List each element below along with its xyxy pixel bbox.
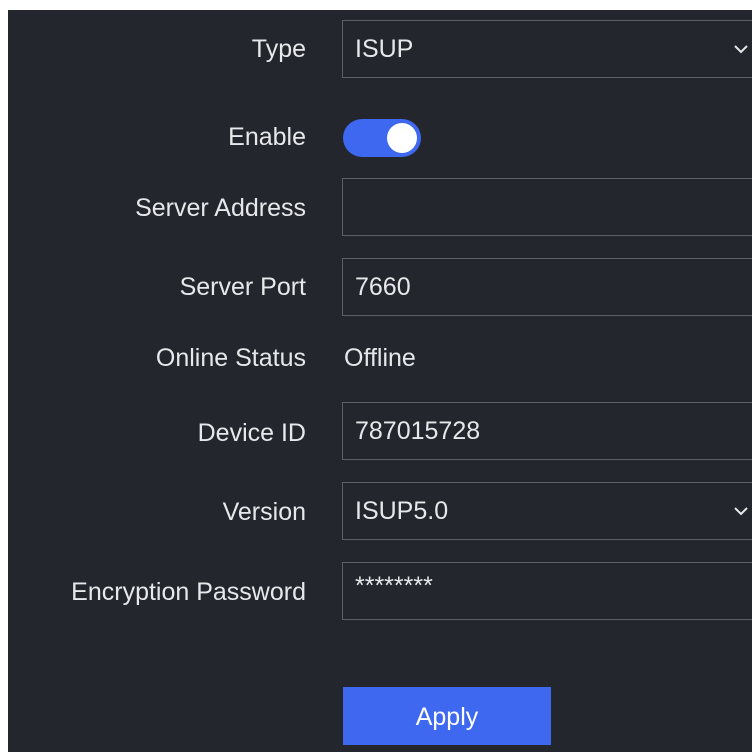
server-address-input[interactable] bbox=[342, 178, 752, 236]
device-id-input[interactable]: 787015728 bbox=[342, 402, 752, 460]
enable-toggle[interactable] bbox=[343, 119, 421, 157]
version-select-value: ISUP5.0 bbox=[355, 497, 449, 525]
version-label: Version bbox=[222, 498, 306, 526]
online-status-value: Offline bbox=[344, 344, 416, 372]
enable-label: Enable bbox=[228, 123, 306, 151]
version-select[interactable]: ISUP5.0 bbox=[342, 482, 752, 540]
type-label: Type bbox=[251, 35, 306, 63]
type-select[interactable]: ISUP bbox=[342, 20, 752, 78]
encryption-password-value: ******** bbox=[355, 572, 433, 600]
isup-settings-panel: Type ISUP Enable Server Address Server P… bbox=[8, 10, 752, 752]
toggle-knob bbox=[387, 123, 417, 153]
type-select-value: ISUP bbox=[355, 35, 414, 63]
server-port-input[interactable]: 7660 bbox=[342, 258, 752, 316]
apply-button[interactable]: Apply bbox=[343, 687, 551, 745]
encryption-password-label: Encryption Password bbox=[71, 578, 306, 606]
device-id-value: 787015728 bbox=[355, 417, 481, 445]
chevron-down-icon bbox=[733, 21, 749, 77]
encryption-password-input[interactable]: ******** bbox=[342, 562, 752, 620]
server-address-label: Server Address bbox=[135, 194, 306, 222]
chevron-down-icon bbox=[733, 483, 749, 539]
device-id-label: Device ID bbox=[197, 419, 306, 447]
server-port-value: 7660 bbox=[355, 273, 411, 301]
online-status-label: Online Status bbox=[155, 344, 306, 372]
server-port-label: Server Port bbox=[179, 273, 306, 301]
